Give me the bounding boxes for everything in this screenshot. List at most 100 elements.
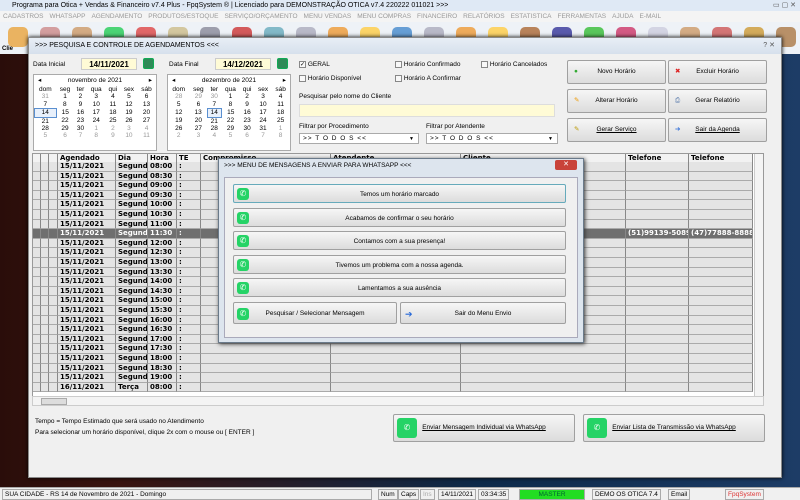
menu-item[interactable]: FERRAMENTAS	[558, 13, 607, 20]
calendar-day[interactable]: 25	[105, 117, 120, 125]
atendente-select[interactable]: >> T O D O S << ▼	[426, 133, 558, 144]
dialog-close-button[interactable]: ✕	[555, 160, 577, 170]
calendar-day[interactable]: 2	[74, 93, 87, 100]
calendar-day[interactable]: 12	[168, 109, 189, 117]
filter-confirmado[interactable]: Horário Confirmado	[395, 61, 461, 68]
calendar-day[interactable]: 3	[87, 93, 106, 100]
calendar-day[interactable]: 12	[120, 101, 137, 109]
calendar-december[interactable]: ◂ dezembro de 2021 ▸ dom seg ter qua qui sex sáb 2…	[167, 74, 291, 151]
table-row[interactable]: 15/11/2021Segunda17:30:	[33, 344, 753, 354]
calendar-day[interactable]: 29	[189, 93, 207, 100]
calendar-day[interactable]: 10	[87, 101, 106, 109]
next-month-icon[interactable]: ▸	[149, 75, 152, 86]
calendar-day[interactable]: 22	[221, 117, 239, 125]
filter-a-confirmar[interactable]: Horário A Confirmar	[395, 75, 461, 82]
menu-item[interactable]: ESTATISTICA	[511, 13, 552, 20]
calendar-day[interactable]: 4	[105, 93, 120, 100]
calendar-day[interactable]: 3	[120, 125, 137, 132]
calendar-day[interactable]: 2	[168, 132, 189, 139]
data-inicial-field[interactable]: 14/11/2021	[81, 58, 137, 70]
horizontal-scrollbar[interactable]	[32, 396, 764, 406]
message-button[interactable]: ✆ Contamos com a sua presença!	[233, 231, 566, 250]
window-controls[interactable]: ▭ ▢ ✕	[773, 1, 796, 9]
scroll-thumb[interactable]	[41, 398, 67, 405]
calendar-day[interactable]: 25	[272, 117, 290, 125]
calendar-day[interactable]: 10	[254, 101, 271, 109]
calendar-day[interactable]: 6	[189, 101, 207, 109]
calendar-icon[interactable]	[143, 58, 154, 69]
table-row[interactable]: 15/11/2021Segunda18:00:	[33, 354, 753, 364]
calendar-day[interactable]: 9	[240, 101, 255, 109]
calendar-day[interactable]: 13	[138, 101, 156, 109]
calendar-day[interactable]: 4	[138, 125, 156, 132]
calendar-day[interactable]: 29	[56, 125, 74, 132]
calendar-day[interactable]: 2	[240, 93, 255, 100]
calendar-day[interactable]: 1	[221, 93, 239, 100]
send-list-button[interactable]: ✆ Enviar Lista de Transmissão via WhatsAp…	[583, 414, 765, 442]
calendar-day[interactable]: 31	[254, 125, 271, 132]
search-input[interactable]	[299, 104, 555, 117]
filter-disponivel[interactable]: Horário Disponível	[299, 75, 361, 82]
calendar-day[interactable]: 16	[240, 109, 255, 117]
calendar-day[interactable]: 11	[272, 101, 290, 109]
menu-item[interactable]: CADASTROS	[3, 13, 43, 20]
calendar-day[interactable]: 10	[120, 132, 137, 139]
calendar-day[interactable]: 19	[120, 109, 137, 117]
calendar-november[interactable]: ◂ novembro de 2021 ▸ dom seg ter qua qui sex sáb 3…	[33, 74, 157, 151]
calendar-day[interactable]: 27	[138, 117, 156, 125]
calendar-day[interactable]: 8	[272, 132, 290, 139]
table-row[interactable]: 15/11/2021Segunda18:30:	[33, 363, 753, 374]
menu-item[interactable]: MENU VENDAS	[304, 13, 352, 20]
calendar-day[interactable]: 4	[272, 93, 290, 100]
calendar-day[interactable]: 6	[56, 132, 74, 139]
calendar-day[interactable]: 4	[207, 132, 221, 139]
calendar-day[interactable]: 16	[74, 109, 87, 117]
calendar-day[interactable]: 18	[105, 109, 120, 117]
window-close-button[interactable]: ? ✕	[763, 41, 775, 49]
calendar-day[interactable]: 8	[87, 132, 106, 139]
prev-month-icon[interactable]: ◂	[38, 75, 41, 86]
menu-item[interactable]: AGENDAMENTO	[91, 13, 142, 20]
message-button[interactable]: ✆ Lamentamos a sua ausência	[233, 278, 566, 297]
calendar-day[interactable]: 1	[87, 125, 106, 132]
menu-item[interactable]: SERVIÇO/ORÇAMENTO	[224, 13, 297, 20]
calendar-day[interactable]: 26	[168, 125, 189, 132]
menu-item[interactable]: RELATÓRIOS	[463, 13, 504, 20]
calendar-day[interactable]: 20	[138, 109, 156, 117]
calendar-day[interactable]: 8	[56, 101, 74, 109]
toolbar-icon[interactable]	[8, 27, 28, 47]
calendar-day[interactable]: 2	[105, 125, 120, 132]
novo-horario-button[interactable]: ● Novo Horário	[567, 60, 666, 84]
calendar-day[interactable]: 19	[168, 117, 189, 125]
calendar-day[interactable]: 9	[74, 101, 87, 109]
gerar-relatorio-button[interactable]: ⎙ Gerar Relatório	[668, 89, 767, 113]
calendar-day[interactable]: 30	[240, 125, 255, 132]
calendar-day[interactable]: 7	[254, 132, 271, 139]
calendar-day[interactable]: 1	[56, 93, 74, 100]
calendar-day[interactable]: 28	[35, 125, 57, 132]
status-email[interactable]: Email	[668, 489, 691, 500]
calendar-day[interactable]: 22	[56, 117, 74, 125]
calendar-day[interactable]: 7	[35, 101, 57, 109]
calendar-day[interactable]: 23	[240, 117, 255, 125]
calendar-day[interactable]: 5	[168, 101, 189, 109]
calendar-day[interactable]: 17	[254, 109, 271, 117]
menu-item[interactable]: E-MAIL	[639, 13, 661, 20]
calendar-day[interactable]: 30	[74, 125, 87, 132]
calendar-day[interactable]: 11	[138, 132, 156, 139]
calendar-day[interactable]: 6	[138, 93, 156, 100]
table-row[interactable]: 16/11/2021 Terça 08:00:	[33, 382, 753, 393]
calendar-day[interactable]: 21	[35, 117, 57, 125]
calendar-day[interactable]: 5	[35, 132, 57, 139]
calendar-day[interactable]: 1	[272, 125, 290, 132]
calendar-day[interactable]: 8	[221, 101, 239, 109]
calendar-day[interactable]: 24	[254, 117, 271, 125]
calendar-day[interactable]: 28	[207, 125, 221, 132]
calendar-day[interactable]: 15	[56, 109, 74, 117]
alterar-horario-button[interactable]: ✎ Alterar Horário	[567, 89, 666, 113]
calendar-day[interactable]: 30	[207, 93, 221, 100]
calendar-day[interactable]: 20	[189, 117, 207, 125]
next-month-icon[interactable]: ▸	[283, 75, 286, 86]
exit-menu-button[interactable]: ➔ Sair do Menu Envio	[400, 302, 566, 324]
menu-item[interactable]: FINANCEIRO	[417, 13, 457, 20]
